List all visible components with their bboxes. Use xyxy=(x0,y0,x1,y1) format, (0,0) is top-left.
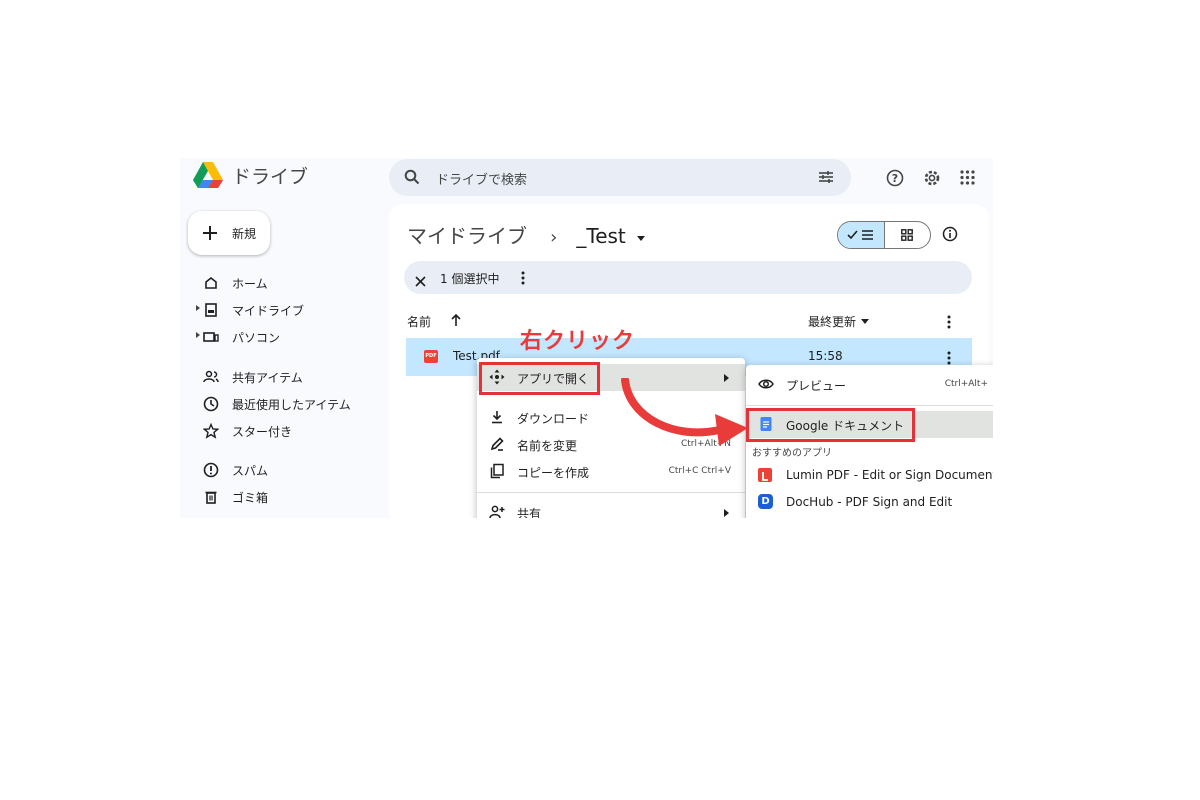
submenu-item-shortcut: Ctrl+Alt+ xyxy=(944,379,988,389)
sidebar-item-label: 共有アイテム xyxy=(232,371,303,385)
expand-caret-icon[interactable] xyxy=(196,305,200,311)
pencil-icon xyxy=(489,436,505,452)
annotation-arrow-icon xyxy=(621,378,748,446)
menu-item-label: 共有 xyxy=(517,507,542,518)
annotation-right-click-label: 右クリック xyxy=(520,329,636,354)
view-toggle[interactable] xyxy=(837,221,931,249)
selection-count: 1 個選択中 xyxy=(440,272,500,286)
settings-gear-icon[interactable] xyxy=(922,168,942,192)
trash-icon xyxy=(203,489,219,505)
download-icon xyxy=(489,409,505,425)
search-icon xyxy=(404,169,420,189)
submenu-item-label: Lumin PDF - Edit or Sign Documents xyxy=(786,468,993,482)
plus-icon xyxy=(202,225,218,245)
info-icon[interactable] xyxy=(942,226,958,246)
column-modified-header[interactable]: 最終更新 xyxy=(808,313,856,330)
home-icon xyxy=(203,275,219,291)
submenu-item-dochub[interactable]: D DocHub - PDF Sign and Edit xyxy=(746,489,993,516)
more-actions-icon[interactable] xyxy=(521,270,525,289)
sidebar-item-shared[interactable]: 共有アイテム xyxy=(180,366,385,388)
breadcrumb-separator: › xyxy=(550,227,558,248)
menu-item-label: ダウンロード xyxy=(517,412,590,426)
search-placeholder: ドライブで検索 xyxy=(436,173,528,188)
grid-view-icon[interactable] xyxy=(901,229,913,241)
computer-icon xyxy=(203,329,219,345)
copy-icon xyxy=(489,463,505,479)
folder-dropdown-icon[interactable] xyxy=(636,236,645,241)
breadcrumb-current[interactable]: _Test xyxy=(576,224,625,248)
people-icon xyxy=(203,369,219,385)
submenu-item-label: DocHub - PDF Sign and Edit xyxy=(786,495,953,509)
sidebar-item-recent[interactable]: 最近使用したアイテム xyxy=(180,393,385,415)
eye-icon xyxy=(758,376,774,392)
submenu-item-preview[interactable]: プレビュー Ctrl+Alt+ xyxy=(746,371,993,398)
expand-caret-icon[interactable] xyxy=(196,332,200,338)
submenu-item-lumin[interactable]: Lumin PDF - Edit or Sign Documents xyxy=(746,462,993,489)
highlight-box-open-with xyxy=(479,362,600,395)
new-button[interactable]: 新規 xyxy=(188,211,270,255)
pdf-file-icon: PDF xyxy=(424,350,438,363)
search-options-icon[interactable] xyxy=(818,169,834,189)
modified-sort-dropdown-icon[interactable] xyxy=(861,319,869,324)
check-list-icon xyxy=(847,230,873,240)
help-icon[interactable]: ? xyxy=(886,169,904,191)
share-person-add-icon xyxy=(489,504,505,518)
app-title: ドライブ xyxy=(232,166,309,188)
file-modified: 15:58 xyxy=(808,349,843,363)
menu-item-make-copy[interactable]: コピーを作成 Ctrl+C Ctrl+V xyxy=(477,458,745,485)
my-drive-icon xyxy=(203,302,219,318)
menu-divider xyxy=(477,492,745,493)
sidebar-item-label: パソコン xyxy=(232,331,281,345)
breadcrumb-root[interactable]: マイドライブ xyxy=(407,224,527,248)
dochub-icon: D xyxy=(758,494,773,509)
submenu-item-label: プレビュー xyxy=(786,379,847,393)
drive-screenshot: ドライブ ドライブで検索 ? 新規 ホーム マイドライブ パソコン 共有アイテム… xyxy=(180,158,993,518)
menu-item-label: コピーを作成 xyxy=(517,466,590,480)
highlight-box-google-docs xyxy=(746,408,915,442)
search-input[interactable]: ドライブで検索 xyxy=(389,159,851,196)
lumin-pdf-icon xyxy=(758,468,772,482)
apps-grid-icon[interactable] xyxy=(960,170,975,189)
sidebar-item-computers[interactable]: パソコン xyxy=(180,326,385,348)
menu-item-share[interactable]: 共有 xyxy=(477,499,745,518)
sidebar-item-label: 最近使用したアイテム xyxy=(232,398,351,412)
submenu-arrow-icon xyxy=(724,509,729,517)
star-icon xyxy=(202,422,220,439)
list-view-button[interactable] xyxy=(838,222,885,248)
breadcrumb: マイドライブ › _Test xyxy=(407,220,645,249)
column-options-icon[interactable] xyxy=(947,314,951,333)
close-icon[interactable] xyxy=(415,272,426,291)
spam-icon xyxy=(203,462,219,478)
selection-bar: 1 個選択中 xyxy=(404,261,972,294)
sidebar-item-spam[interactable]: スパム xyxy=(180,459,385,481)
drive-logo-icon xyxy=(192,162,224,190)
open-with-submenu: プレビュー Ctrl+Alt+ Google ドキュメント おすすめのアプリ L… xyxy=(746,365,993,518)
submenu-divider xyxy=(746,405,993,406)
suggested-apps-header: おすすめのアプリ xyxy=(752,448,832,459)
sidebar-item-label: スパム xyxy=(232,464,269,478)
sidebar-item-trash[interactable]: ゴミ箱 xyxy=(180,486,385,508)
menu-item-label: 名前を変更 xyxy=(517,439,578,453)
sidebar-item-label: マイドライブ xyxy=(232,304,305,318)
sidebar-item-starred[interactable]: スター付き xyxy=(180,420,385,442)
svg-text:?: ? xyxy=(892,172,898,185)
sort-arrow-up-icon[interactable] xyxy=(450,312,462,331)
new-button-label: 新規 xyxy=(232,227,257,241)
sidebar-item-label: ホーム xyxy=(232,277,268,291)
sidebar-item-label: スター付き xyxy=(232,425,293,439)
sidebar-item-home[interactable]: ホーム xyxy=(180,272,385,294)
sidebar-item-my-drive[interactable]: マイドライブ xyxy=(180,299,385,321)
clock-icon xyxy=(203,396,219,412)
sidebar-item-label: ゴミ箱 xyxy=(232,491,269,505)
menu-item-shortcut: Ctrl+C Ctrl+V xyxy=(668,466,731,476)
column-name-header[interactable]: 名前 xyxy=(407,313,431,330)
